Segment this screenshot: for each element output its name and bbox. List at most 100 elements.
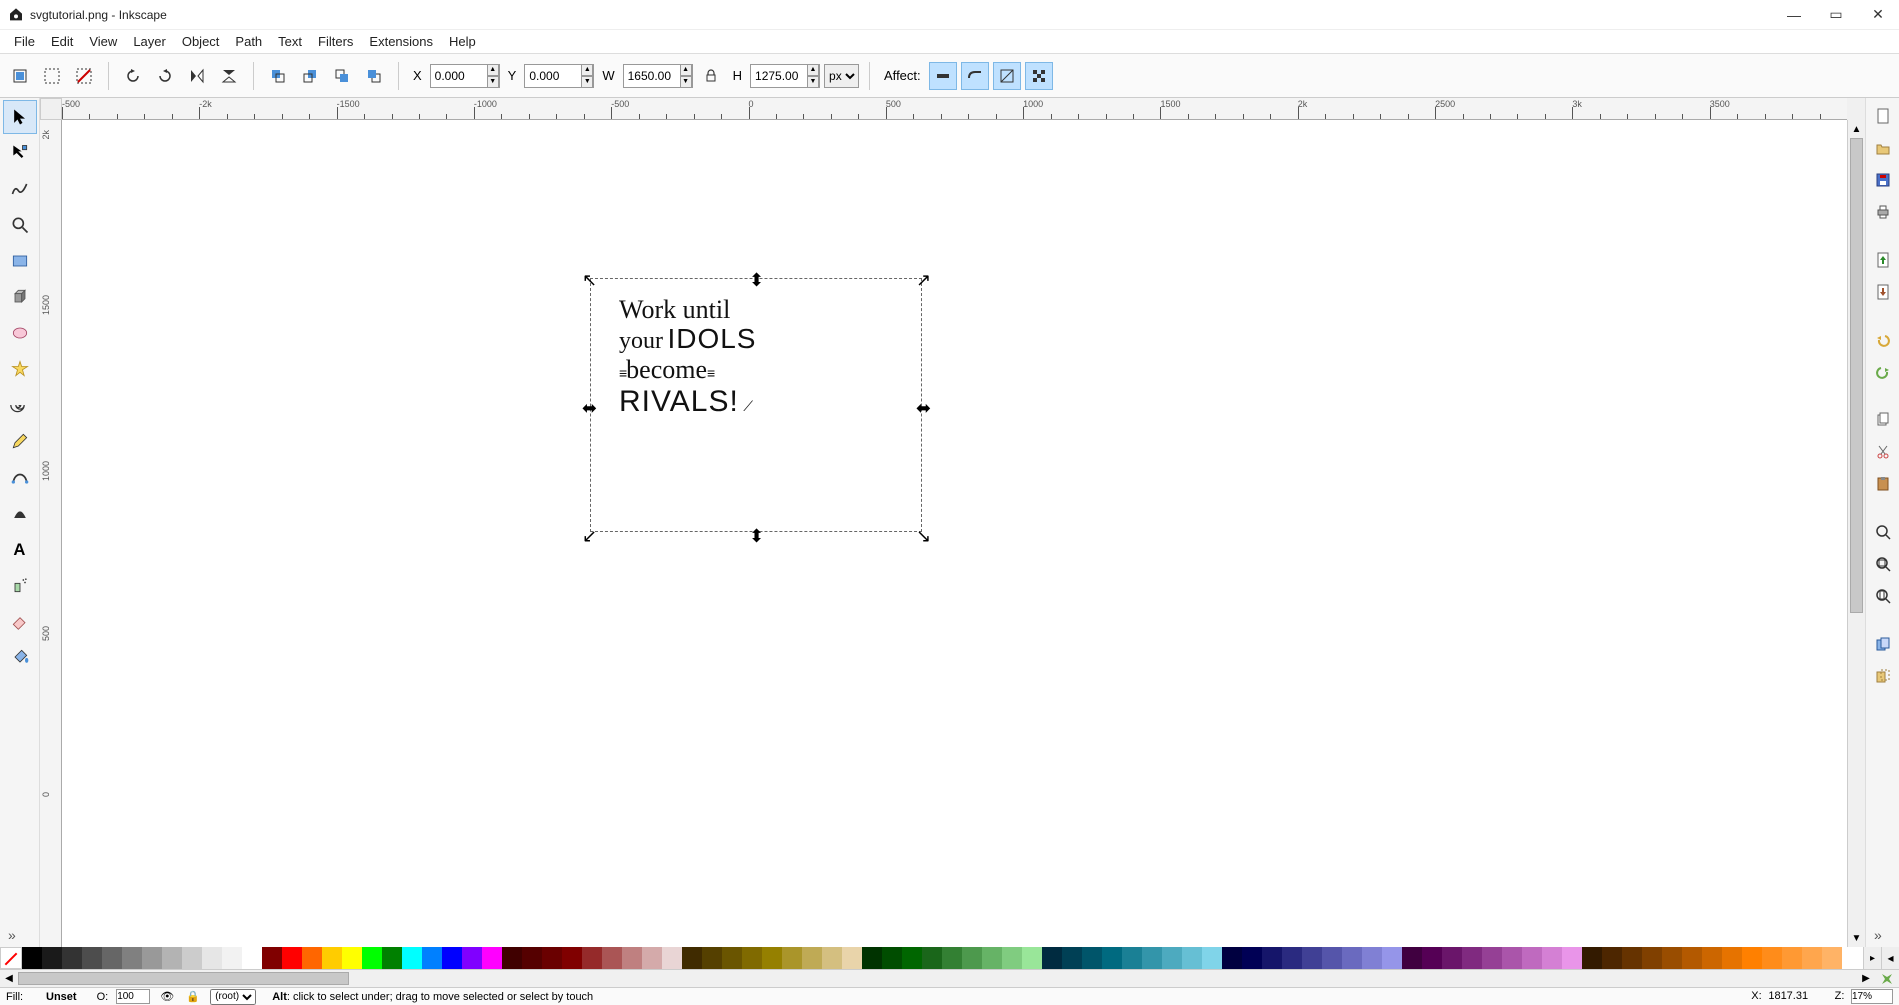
color-swatch[interactable]	[1582, 947, 1602, 969]
color-swatch[interactable]	[882, 947, 902, 969]
affect-pattern-button[interactable]	[1025, 62, 1053, 90]
color-swatch[interactable]	[762, 947, 782, 969]
color-swatch[interactable]	[1542, 947, 1562, 969]
color-swatch[interactable]	[1442, 947, 1462, 969]
color-swatch[interactable]	[742, 947, 762, 969]
color-swatch[interactable]	[202, 947, 222, 969]
color-swatch[interactable]	[682, 947, 702, 969]
affect-gradient-button[interactable]	[993, 62, 1021, 90]
color-swatch[interactable]	[1102, 947, 1122, 969]
color-swatch[interactable]	[1622, 947, 1642, 969]
copy-button[interactable]	[1869, 406, 1897, 434]
color-swatch[interactable]	[722, 947, 742, 969]
bucket-tool[interactable]	[3, 640, 37, 674]
color-swatch[interactable]	[82, 947, 102, 969]
color-swatch[interactable]	[1682, 947, 1702, 969]
color-swatch[interactable]	[1022, 947, 1042, 969]
redo-button[interactable]	[1869, 358, 1897, 386]
clone-button[interactable]	[1869, 662, 1897, 690]
new-doc-button[interactable]	[1869, 102, 1897, 130]
rotate-cw-button[interactable]	[151, 62, 179, 90]
color-swatch[interactable]	[1322, 947, 1342, 969]
zoom-input[interactable]	[1851, 989, 1893, 1004]
color-swatch[interactable]	[142, 947, 162, 969]
minimize-button[interactable]: —	[1785, 6, 1803, 24]
color-swatch[interactable]	[902, 947, 922, 969]
menu-file[interactable]: File	[6, 32, 43, 51]
color-swatch[interactable]	[302, 947, 322, 969]
color-swatch[interactable]	[562, 947, 582, 969]
color-swatch[interactable]	[1162, 947, 1182, 969]
palette-menu-icon[interactable]: ◂	[1881, 947, 1899, 969]
toolbox-more-icon[interactable]: »	[8, 927, 16, 943]
color-swatch[interactable]	[482, 947, 502, 969]
color-swatch[interactable]	[1662, 947, 1682, 969]
color-swatch[interactable]	[1502, 947, 1522, 969]
color-swatch[interactable]	[1722, 947, 1742, 969]
color-swatch[interactable]	[1062, 947, 1082, 969]
x-input[interactable]: ▲▼	[430, 64, 500, 88]
color-swatch[interactable]	[442, 947, 462, 969]
color-swatch[interactable]	[1822, 947, 1842, 969]
affect-stroke-button[interactable]	[929, 62, 957, 90]
color-swatch[interactable]	[1562, 947, 1582, 969]
duplicate-button[interactable]	[1869, 630, 1897, 658]
color-swatch[interactable]	[182, 947, 202, 969]
node-tool[interactable]	[3, 136, 37, 170]
color-swatch[interactable]	[1802, 947, 1822, 969]
handle-n[interactable]: ⬍	[749, 270, 763, 284]
raise-button[interactable]	[296, 62, 324, 90]
menu-filters[interactable]: Filters	[310, 32, 361, 51]
color-swatch[interactable]	[262, 947, 282, 969]
lower-bottom-button[interactable]	[360, 62, 388, 90]
affect-corners-button[interactable]	[961, 62, 989, 90]
color-swatch[interactable]	[942, 947, 962, 969]
layer-visibility-toggle[interactable]: 👁	[158, 989, 176, 1005]
color-swatch[interactable]	[22, 947, 42, 969]
scroll-down-icon[interactable]: ▼	[1848, 929, 1865, 947]
color-swatch[interactable]	[542, 947, 562, 969]
zoom-drawing-button[interactable]	[1869, 550, 1897, 578]
color-swatch[interactable]	[1762, 947, 1782, 969]
horizontal-scrollbar[interactable]: ◀ ▶	[0, 969, 1899, 987]
color-swatch[interactable]	[1262, 947, 1282, 969]
scroll-right-icon[interactable]: ▶	[1857, 970, 1875, 987]
color-swatch[interactable]	[1242, 947, 1262, 969]
color-swatch[interactable]	[1222, 947, 1242, 969]
color-swatch[interactable]	[1642, 947, 1662, 969]
color-swatch[interactable]	[522, 947, 542, 969]
deselect-button[interactable]	[70, 62, 98, 90]
spray-tool[interactable]	[3, 568, 37, 602]
import-button[interactable]	[1869, 246, 1897, 274]
color-swatch[interactable]	[162, 947, 182, 969]
color-swatch[interactable]	[402, 947, 422, 969]
handle-e[interactable]: ⬌	[916, 398, 930, 412]
color-swatch[interactable]	[382, 947, 402, 969]
color-swatch[interactable]	[1702, 947, 1722, 969]
ellipse-tool[interactable]	[3, 316, 37, 350]
paste-button[interactable]	[1869, 470, 1897, 498]
pencil-tool[interactable]	[3, 424, 37, 458]
maximize-button[interactable]: ▭	[1827, 6, 1845, 24]
handle-sw[interactable]: ↙	[582, 526, 596, 540]
ruler-vertical[interactable]: 2k150010005000	[40, 120, 62, 947]
color-swatch[interactable]	[822, 947, 842, 969]
menu-extensions[interactable]: Extensions	[361, 32, 441, 51]
handle-se[interactable]: ↘	[916, 526, 930, 540]
menu-edit[interactable]: Edit	[43, 32, 81, 51]
color-swatch[interactable]	[1082, 947, 1102, 969]
color-swatch[interactable]	[922, 947, 942, 969]
handle-ne[interactable]: ↗	[916, 270, 930, 284]
menu-view[interactable]: View	[81, 32, 125, 51]
color-swatch[interactable]	[802, 947, 822, 969]
save-button[interactable]	[1869, 166, 1897, 194]
scroll-thumb-h[interactable]	[18, 972, 349, 985]
color-swatch[interactable]	[1742, 947, 1762, 969]
raise-top-button[interactable]	[264, 62, 292, 90]
color-swatch[interactable]	[982, 947, 1002, 969]
color-swatch[interactable]	[1522, 947, 1542, 969]
lower-button[interactable]	[328, 62, 356, 90]
color-swatch[interactable]	[642, 947, 662, 969]
color-swatch[interactable]	[1782, 947, 1802, 969]
color-swatch[interactable]	[502, 947, 522, 969]
